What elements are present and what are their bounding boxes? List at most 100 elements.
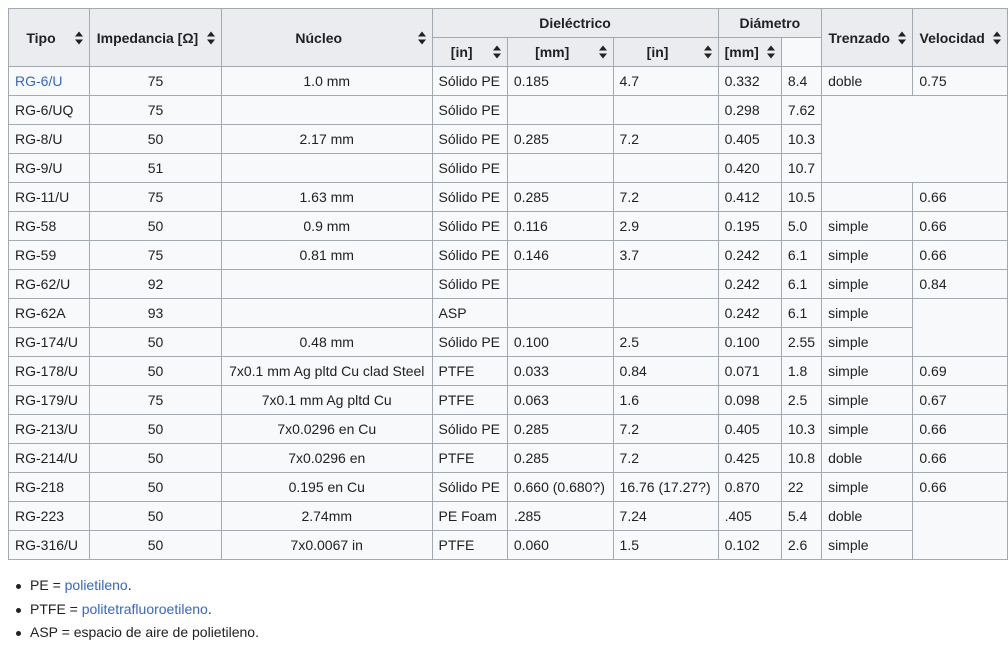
header-label: Tipo [26, 29, 56, 46]
cell-velocidad: 0.66 [912, 182, 1008, 212]
cell-diam-mm: 2.55 [780, 327, 823, 357]
cell-trenzado: doble [821, 501, 914, 531]
cell-impedancia: 75 [89, 66, 222, 96]
cell-diam-in: 0.405 [717, 124, 782, 154]
cell-impedancia: 93 [89, 298, 222, 328]
cell-diam-mm: 2.5 [780, 385, 823, 415]
sort-arrows-icon[interactable] [206, 31, 215, 44]
cell-dielectrico-tipo: Sólido PE [431, 182, 508, 212]
cell-dielectrico-tipo: Sólido PE [431, 269, 508, 299]
cell-diam-mm: 8.4 [780, 66, 823, 96]
header-label: [mm] [535, 44, 570, 60]
cell-tipo: RG-9/U [8, 153, 90, 183]
cell-impedancia: 51 [89, 153, 222, 183]
note-text: ASP = espacio de aire de polietileno. [30, 624, 259, 640]
cell-diel-in: 0.063 [506, 385, 614, 415]
cell-diam-mm: 10.3 [780, 124, 823, 154]
sort-arrows-icon[interactable] [75, 31, 83, 44]
cell-diam-mm: 22 [780, 472, 823, 502]
cell-nucleo [220, 269, 433, 299]
cell-nucleo: 0.195 en Cu [220, 472, 433, 502]
cell-impedancia: 92 [89, 269, 222, 299]
cell-tipo: RG-11/U [8, 182, 90, 212]
header-label: Impedancia [Ω] [96, 29, 199, 46]
note-item: ASP = espacio de aire de polietileno. [14, 621, 259, 645]
cell-diam-mm: 2.6 [780, 530, 823, 560]
bullet-icon [16, 631, 21, 636]
cell-diel-mm [612, 298, 719, 328]
sort-arrows-icon[interactable] [417, 31, 426, 44]
cell-diel-mm: 7.24 [612, 501, 719, 531]
cell-dielectrico-tipo: Sólido PE [431, 472, 508, 502]
header-label: Diámetro [739, 15, 801, 31]
cell-tipo: RG-6/UQ [8, 95, 90, 125]
type-link[interactable]: RG-6/U [15, 73, 62, 89]
cell-diam-in: 0.098 [717, 385, 782, 415]
note-suffix: . [127, 577, 132, 593]
column-header-trenzado[interactable]: Trenzado [821, 8, 914, 67]
cell-nucleo: 0.48 mm [220, 327, 433, 357]
cell-nucleo: 1.0 mm [220, 66, 433, 96]
cell-impedancia: 50 [89, 414, 222, 444]
cell-diel-mm: 7.2 [612, 182, 719, 212]
cell-diam-in: 0.100 [717, 327, 782, 357]
table-row: RG-62A 93 ASP 0.242 6.1 simple [8, 298, 1008, 357]
cell-trenzado: simple [821, 211, 914, 241]
cell-trenzado: simple [821, 385, 914, 415]
cell-diam-in: 0.425 [717, 443, 782, 473]
cell-diam-mm: 5.4 [780, 501, 823, 531]
cell-diel-in: 0.060 [506, 530, 614, 560]
note-item: PE = polietileno. [14, 574, 259, 598]
cell-dielectrico-tipo: Sólido PE [431, 414, 508, 444]
cell-impedancia: 50 [89, 356, 222, 386]
column-header-nucleo[interactable]: Núcleo [220, 8, 433, 67]
column-header-tipo[interactable]: Tipo [8, 8, 90, 67]
column-header-impedancia[interactable]: Impedancia [Ω] [89, 8, 222, 67]
cell-nucleo [220, 153, 433, 183]
cell-impedancia: 75 [89, 385, 222, 415]
cell-diel-in: .285 [506, 501, 614, 531]
column-header-dielectrico-in[interactable]: [in] [431, 37, 508, 67]
bullet-icon [16, 584, 21, 589]
sort-arrows-icon[interactable] [993, 31, 1001, 44]
cell-nucleo: 7x0.1 mm Ag pltd Cu clad Steel [220, 356, 433, 386]
header-label: Trenzado [828, 29, 890, 46]
note-prefix: PTFE = [30, 600, 82, 617]
sort-arrows-icon[interactable] [703, 45, 712, 59]
sort-arrows-icon[interactable] [598, 45, 607, 59]
table-row: RG-174/U 50 0.48 mm Sólido PE 0.100 2.5 … [8, 327, 1008, 357]
table-row: RG-62/U 92 Sólido PE 0.242 6.1 simple 0.… [8, 269, 1008, 299]
cell-diam-in: 0.195 [717, 211, 782, 241]
note-link-polietileno[interactable]: polietileno [65, 577, 128, 593]
cell-diel-mm: 7.2 [612, 443, 719, 473]
sort-arrows-icon[interactable] [492, 45, 501, 59]
cell-diel-mm: 7.2 [612, 124, 719, 154]
column-header-dielectrico-in-2[interactable]: [in] [612, 37, 719, 67]
cell-diam-mm: 6.1 [780, 298, 823, 328]
cell-dielectrico-tipo: PTFE [431, 443, 508, 473]
cell-nucleo: 7x0.1 mm Ag pltd Cu [220, 385, 433, 415]
header-label: Núcleo [295, 29, 343, 46]
header-label: [mm] [724, 44, 759, 60]
cell-trenzado: simple [821, 327, 914, 357]
cell-diel-in [506, 153, 614, 183]
cell-tipo[interactable]: RG-6/U [8, 66, 90, 96]
sort-arrows-icon[interactable] [766, 45, 775, 59]
column-header-dielectrico-mm[interactable]: [mm] [506, 37, 614, 67]
cell-diam-in: 0.298 [717, 95, 782, 125]
cell-velocidad: 0.75 [912, 66, 1008, 96]
cell-diel-mm: 0.84 [612, 356, 719, 386]
column-header-velocidad[interactable]: Velocidad [912, 8, 1008, 67]
sort-arrows-icon[interactable] [898, 31, 907, 44]
cell-tipo: RG-8/U [8, 124, 90, 154]
cell-blank [821, 95, 1008, 183]
column-header-diametro-mm[interactable]: [mm] [717, 37, 782, 67]
cell-tipo: RG-316/U [8, 530, 90, 560]
note-link-politetrafluoroetileno[interactable]: politetrafluoroetileno [82, 601, 208, 617]
header-label: [in] [450, 44, 473, 60]
cell-velocidad: 0.66 [912, 472, 1008, 502]
cell-impedancia: 50 [89, 443, 222, 473]
cell-tipo: RG-213/U [8, 414, 90, 444]
cell-velocidad: 0.69 [912, 356, 1008, 386]
cell-trenzado: simple [821, 414, 914, 444]
